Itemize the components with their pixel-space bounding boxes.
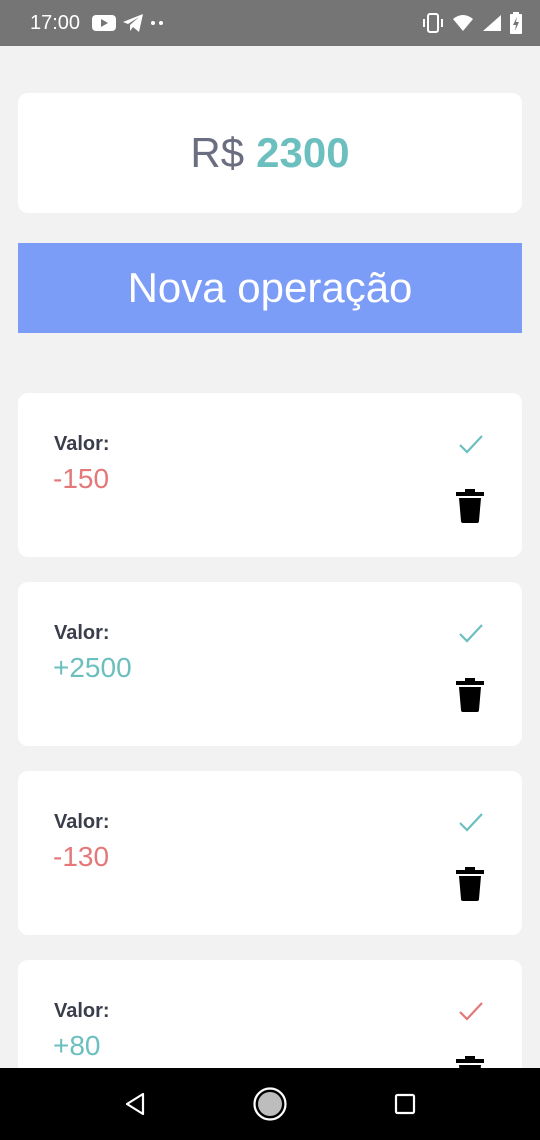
operation-value: -150	[53, 463, 110, 494]
navigation-bar	[0, 1068, 540, 1140]
new-operation-button[interactable]: Nova operação	[18, 243, 522, 333]
telegram-icon	[122, 13, 144, 33]
trash-icon[interactable]	[456, 489, 484, 523]
more-dots-icon	[150, 20, 164, 26]
home-icon[interactable]	[252, 1086, 288, 1122]
status-time: 17:00	[30, 11, 81, 34]
vibrate-icon	[422, 12, 444, 34]
operation-label: Valor:	[54, 811, 110, 833]
balance-amount: 2300	[256, 129, 350, 176]
recents-icon[interactable]	[387, 1086, 423, 1122]
trash-icon[interactable]	[456, 867, 484, 901]
operation-card: Valor: +2500	[18, 582, 522, 746]
notification-icons	[92, 13, 164, 33]
check-icon[interactable]	[458, 998, 484, 1024]
main-content: R$ 2300 Nova operação Valor: -150 Valor:…	[0, 46, 540, 1068]
balance-card: R$ 2300	[18, 93, 522, 213]
operation-card: Valor: -130	[18, 771, 522, 935]
operation-value: +80	[53, 1030, 101, 1061]
battery-icon	[510, 12, 522, 34]
trash-icon[interactable]	[456, 678, 484, 712]
operation-value: +2500	[53, 652, 132, 683]
back-icon[interactable]	[117, 1086, 153, 1122]
check-icon[interactable]	[458, 809, 484, 835]
operation-label: Valor:	[54, 433, 110, 455]
trash-icon[interactable]	[456, 1056, 484, 1068]
operation-value: -130	[53, 841, 110, 872]
system-icons	[422, 12, 522, 34]
youtube-icon	[92, 14, 117, 32]
balance-currency: R$	[190, 129, 245, 176]
operation-card: Valor: +80	[18, 960, 522, 1068]
check-icon[interactable]	[458, 620, 484, 646]
operation-card: Valor: -150	[18, 393, 522, 557]
check-icon[interactable]	[458, 431, 484, 457]
operation-label: Valor:	[54, 622, 110, 644]
status-bar: 17:00	[0, 0, 540, 46]
wifi-icon	[452, 14, 474, 32]
operation-label: Valor:	[54, 1000, 110, 1022]
signal-icon	[482, 14, 502, 32]
